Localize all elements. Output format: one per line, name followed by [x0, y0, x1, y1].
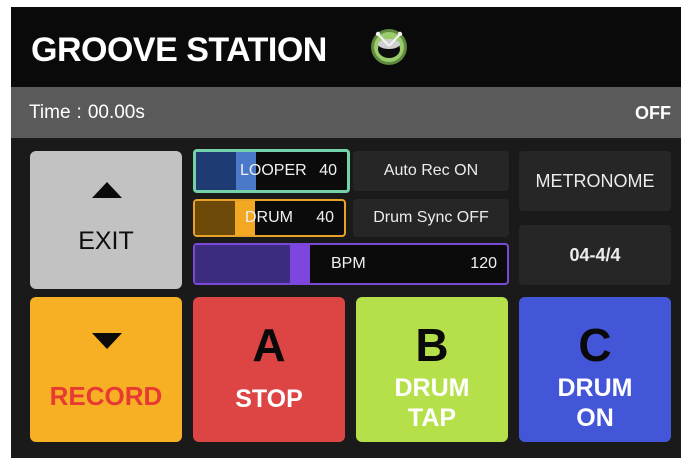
- pad-b-letter: B: [415, 319, 449, 371]
- bpm-value: 120: [470, 255, 497, 272]
- pad-b-drum-tap-button[interactable]: B DRUM TAP: [356, 297, 508, 442]
- metronome-button[interactable]: METRONOME: [519, 151, 671, 211]
- record-label: RECORD: [49, 381, 163, 411]
- drum-value: 40: [316, 209, 334, 226]
- pad-c-label-line1: DRUM: [557, 374, 633, 402]
- bpm-slider[interactable]: BPM 120: [193, 243, 509, 285]
- record-button[interactable]: RECORD: [30, 297, 182, 442]
- pad-a-letter: A: [252, 319, 286, 371]
- status-bar: Time:00.00s OFF: [11, 87, 681, 138]
- time-label: Time: [29, 102, 71, 123]
- pad-a-label: STOP: [235, 385, 303, 413]
- groove-station-screen: GROOVE STATION Time:00.00s OFF EXIT LOOP…: [11, 7, 681, 458]
- pad-c-letter: C: [578, 319, 612, 371]
- drum-volume-slider[interactable]: DRUM 40: [193, 199, 346, 237]
- pad-b-label-line1: DRUM: [394, 374, 470, 402]
- bpm-label: BPM: [331, 255, 366, 272]
- pad-c-label-line2: ON: [576, 404, 614, 432]
- auto-rec-toggle[interactable]: Auto Rec ON: [353, 151, 509, 191]
- looper-value: 40: [319, 162, 337, 179]
- time-value: 00.00s: [87, 102, 145, 123]
- drum-icon: [371, 29, 407, 65]
- pad-a-stop-button[interactable]: A STOP: [193, 297, 345, 442]
- app-header: GROOVE STATION: [11, 7, 681, 87]
- looper-label: LOOPER: [240, 162, 307, 179]
- pad-b-label-line2: TAP: [407, 404, 457, 432]
- exit-button[interactable]: EXIT: [30, 151, 182, 289]
- time-display: Time:00.00s: [29, 102, 145, 124]
- arrow-down-icon: [92, 333, 122, 349]
- time-separator: :: [76, 102, 82, 123]
- status-state: OFF: [635, 103, 671, 123]
- drum-sync-toggle[interactable]: Drum Sync OFF: [353, 199, 509, 237]
- looper-volume-slider[interactable]: LOOPER 40: [193, 149, 350, 193]
- time-signature-button[interactable]: 04-4/4: [519, 225, 671, 285]
- arrow-up-icon: [92, 182, 122, 198]
- app-title: GROOVE STATION: [31, 31, 327, 69]
- bpm-handle[interactable]: [290, 245, 310, 283]
- drum-label: DRUM: [245, 209, 293, 226]
- exit-label: EXIT: [78, 227, 134, 255]
- pad-c-drum-on-button[interactable]: C DRUM ON: [519, 297, 671, 442]
